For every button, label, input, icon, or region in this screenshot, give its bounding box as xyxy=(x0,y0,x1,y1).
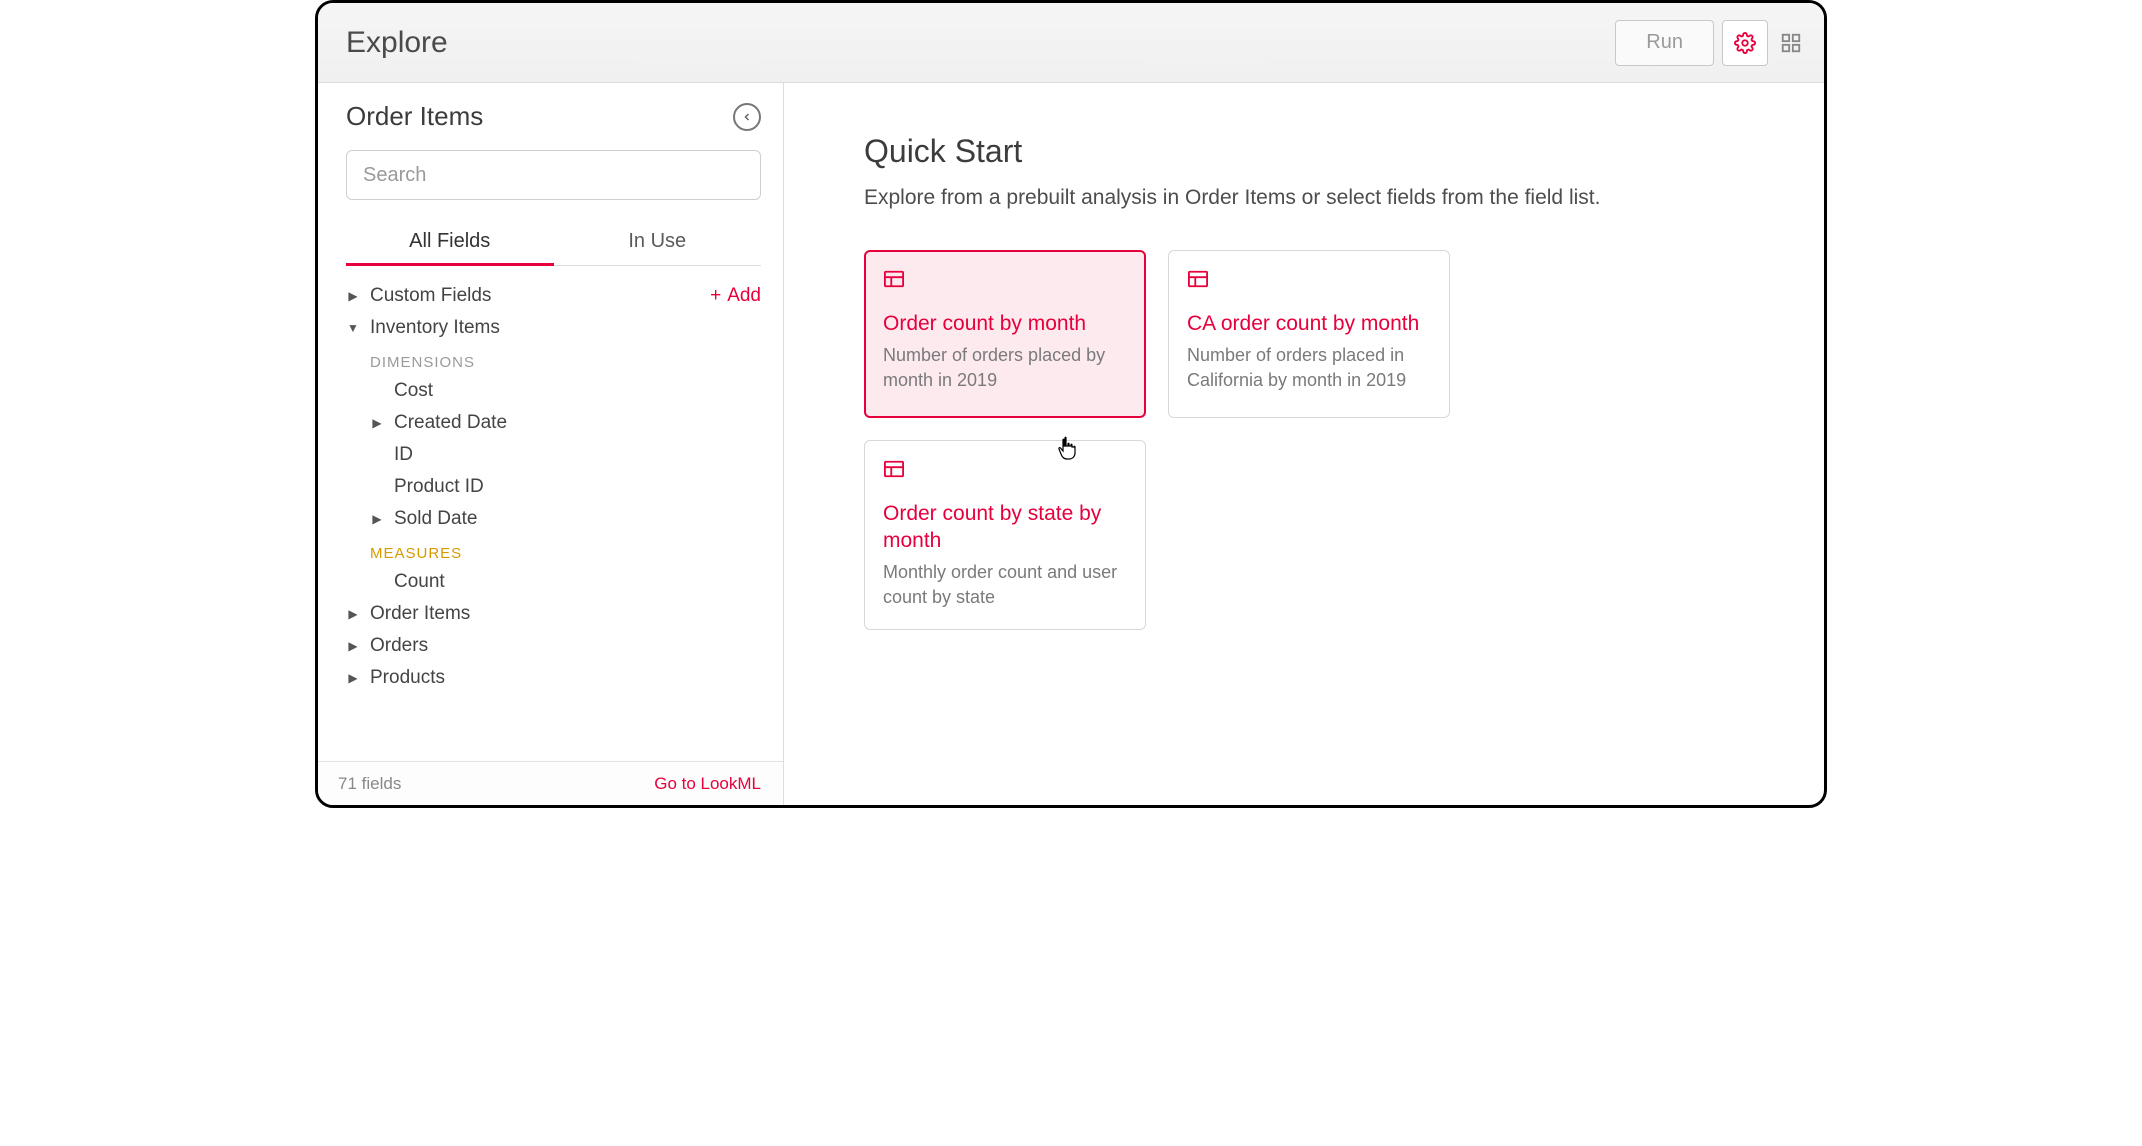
field-count: 71 fields xyxy=(338,774,654,794)
field-list: ▶ Custom Fields + Add ▼ Inventory Items D… xyxy=(318,266,783,761)
gear-icon xyxy=(1734,32,1756,54)
field-label: Cost xyxy=(394,380,761,402)
group-label: Inventory Items xyxy=(370,317,761,339)
measures-header: MEASURES xyxy=(346,535,761,566)
quick-start-cards: Order count by month Number of orders pl… xyxy=(864,250,1484,630)
sidebar-footer: 71 fields Go to LookML xyxy=(318,761,783,805)
card-description: Number of orders placed by month in 2019 xyxy=(883,343,1127,392)
caret-down-icon: ▼ xyxy=(346,321,360,335)
quick-start-card[interactable]: CA order count by month Number of orders… xyxy=(1168,250,1450,418)
grid-icon xyxy=(1780,32,1802,54)
field-tabs: All Fields In Use xyxy=(346,220,761,266)
card-description: Monthly order count and user count by st… xyxy=(883,560,1127,609)
field-label: Sold Date xyxy=(394,508,761,530)
table-icon xyxy=(883,269,1127,294)
caret-right-icon: ▶ xyxy=(346,671,360,685)
group-inventory-items[interactable]: ▼ Inventory Items xyxy=(346,312,761,344)
field-created-date[interactable]: ▶ Created Date xyxy=(346,407,761,439)
tab-all-fields[interactable]: All Fields xyxy=(346,220,554,265)
main-content: Quick Start Explore from a prebuilt anal… xyxy=(784,83,1824,805)
field-sold-date[interactable]: ▶ Sold Date xyxy=(346,503,761,535)
custom-fields-row[interactable]: ▶ Custom Fields + Add xyxy=(346,280,761,312)
header-bar: Explore Run xyxy=(318,3,1824,83)
caret-right-icon: ▶ xyxy=(346,289,360,303)
card-title: Order count by state by month xyxy=(883,500,1127,555)
card-title: CA order count by month xyxy=(1187,310,1431,337)
collapse-sidebar-button[interactable] xyxy=(733,103,761,131)
group-label: Order Items xyxy=(370,603,761,625)
group-label: Products xyxy=(370,667,761,689)
group-order-items[interactable]: ▶ Order Items xyxy=(346,598,761,630)
group-products[interactable]: ▶ Products xyxy=(346,662,761,694)
field-id[interactable]: ID xyxy=(346,439,761,471)
field-label: ID xyxy=(394,444,761,466)
dimensions-header: DIMENSIONS xyxy=(346,344,761,375)
group-label: Orders xyxy=(370,635,761,657)
custom-fields-label: Custom Fields xyxy=(370,285,710,307)
settings-button[interactable] xyxy=(1722,20,1768,66)
quick-start-card[interactable]: Order count by month Number of orders pl… xyxy=(864,250,1146,418)
quick-start-subtitle: Explore from a prebuilt analysis in Orde… xyxy=(864,186,1774,210)
table-icon xyxy=(883,459,1127,484)
quick-start-title: Quick Start xyxy=(864,133,1774,170)
field-label: Created Date xyxy=(394,412,761,434)
run-button[interactable]: Run xyxy=(1615,20,1714,66)
sidebar-title: Order Items xyxy=(346,101,733,132)
chevron-left-icon xyxy=(741,111,753,123)
sidebar-top: Order Items xyxy=(318,83,783,220)
field-label: Count xyxy=(394,571,761,593)
sidebar: Order Items All Fields In Use ▶ Custom F… xyxy=(318,83,784,805)
caret-right-icon: ▶ xyxy=(346,639,360,653)
app-window: Explore Run Order Items xyxy=(315,0,1827,808)
card-title: Order count by month xyxy=(883,310,1127,337)
page-title: Explore xyxy=(346,26,1615,60)
caret-right-icon: ▶ xyxy=(370,416,384,430)
group-orders[interactable]: ▶ Orders xyxy=(346,630,761,662)
add-label: Add xyxy=(727,285,761,306)
table-icon xyxy=(1187,269,1431,294)
field-count[interactable]: Count xyxy=(346,566,761,598)
add-custom-field-button[interactable]: + Add xyxy=(710,285,761,307)
plus-icon: + xyxy=(710,285,721,306)
card-description: Number of orders placed in California by… xyxy=(1187,343,1431,392)
field-label: Product ID xyxy=(394,476,761,498)
field-cost[interactable]: Cost xyxy=(346,375,761,407)
caret-right-icon: ▶ xyxy=(370,512,384,526)
search-input[interactable] xyxy=(346,150,761,200)
field-product-id[interactable]: Product ID xyxy=(346,471,761,503)
sidebar-title-row: Order Items xyxy=(346,101,761,132)
body: Order Items All Fields In Use ▶ Custom F… xyxy=(318,83,1824,805)
quick-start-card[interactable]: Order count by state by month Monthly or… xyxy=(864,440,1146,630)
dashboard-grid-button[interactable] xyxy=(1776,20,1806,66)
go-to-lookml-link[interactable]: Go to LookML xyxy=(654,774,761,794)
tab-in-use[interactable]: In Use xyxy=(554,220,762,265)
caret-right-icon: ▶ xyxy=(346,607,360,621)
